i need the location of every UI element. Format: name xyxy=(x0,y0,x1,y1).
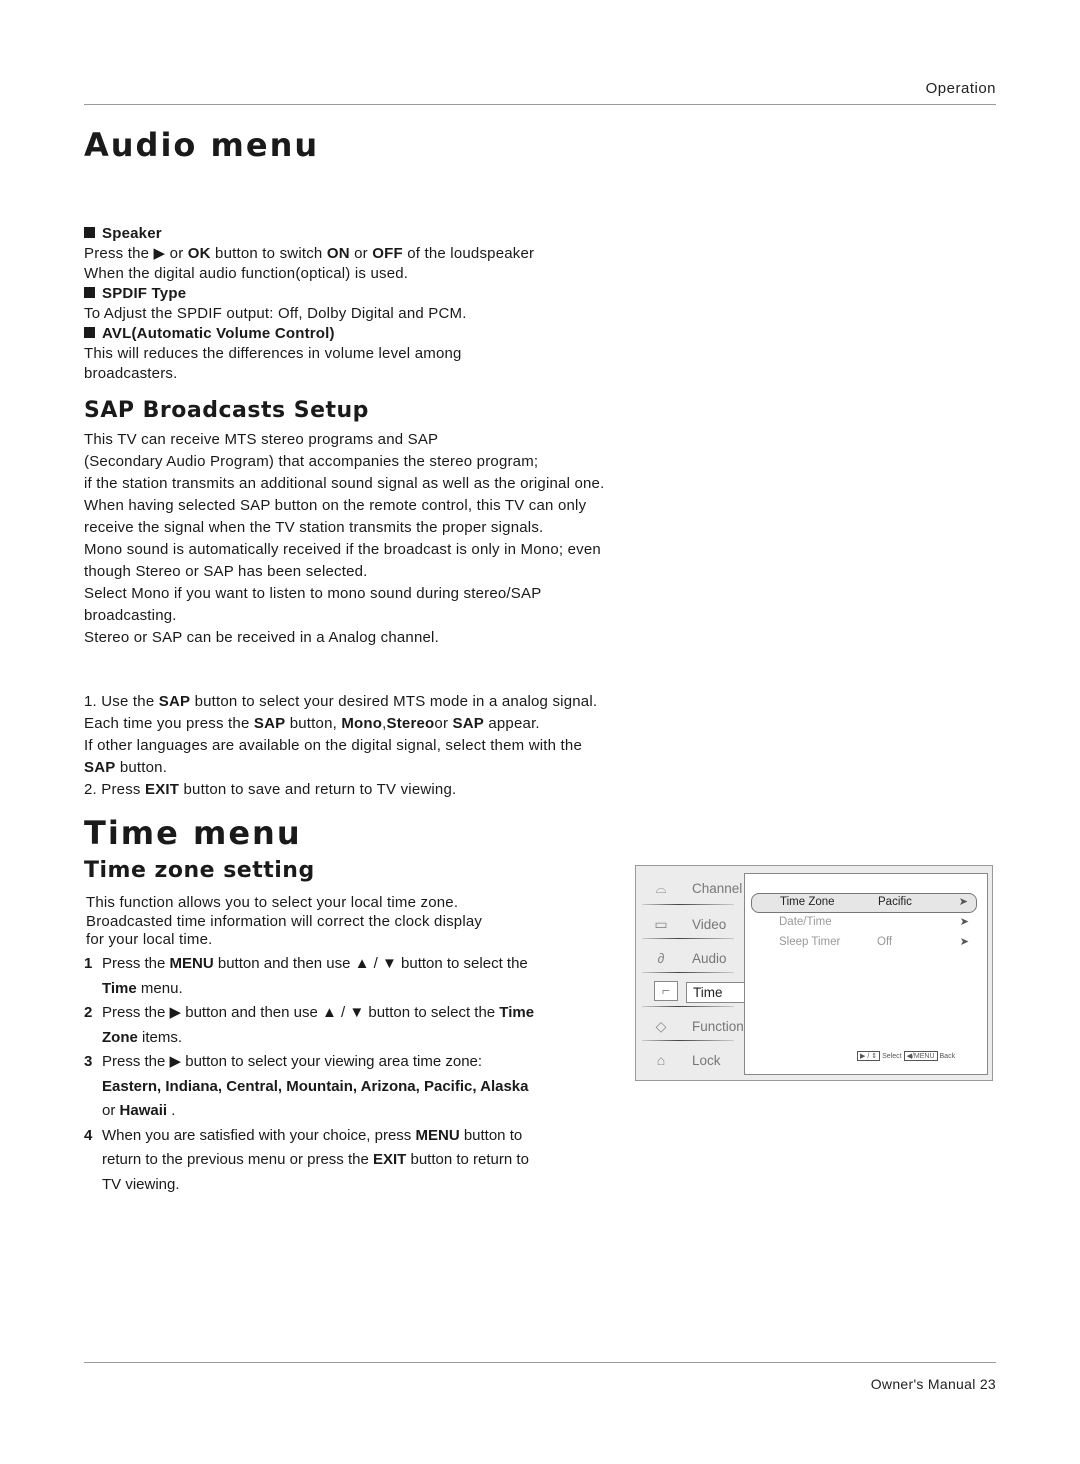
bullet-square-icon xyxy=(84,287,95,298)
function-icon: ◇ xyxy=(655,1018,667,1034)
select-keys-icon: ▶ / ⇕ xyxy=(857,1051,881,1061)
bullet-square-icon xyxy=(84,327,95,338)
sap-line: Mono sound is automatically received if … xyxy=(84,541,601,558)
spdif-heading: SPDIF Type xyxy=(84,284,534,304)
sap-step-1-line3: If other languages are available on the … xyxy=(84,737,582,754)
osd-row-sleep-timer[interactable]: Sleep Timer Off ➤ xyxy=(751,934,977,952)
footer-rule xyxy=(84,1362,996,1363)
audio-icon: ∂ xyxy=(657,950,665,966)
sap-step-1-line4: SAP button. xyxy=(84,759,168,776)
divider xyxy=(642,1040,734,1041)
arrow-right-icon: ➤ xyxy=(958,896,968,908)
sap-step-1: 1. Use the SAP button to select your des… xyxy=(84,693,598,710)
sap-line: When having selected SAP button on the r… xyxy=(84,497,587,514)
sap-line: broadcasting. xyxy=(84,607,177,624)
divider xyxy=(642,904,734,905)
play-arrow-icon: ▶ xyxy=(153,245,166,262)
divider xyxy=(642,1006,734,1007)
sap-line: This TV can receive MTS stereo programs … xyxy=(84,431,439,448)
lock-icon: ⌂ xyxy=(656,1052,666,1068)
time-menu-title: Time menu xyxy=(84,814,302,852)
sap-line: if the station transmits an additional s… xyxy=(84,475,605,492)
avl-body-line2: broadcasters. xyxy=(84,365,178,382)
menu-back-key-icon: ◀/MENU xyxy=(903,1051,938,1061)
osd-row-time-zone[interactable]: Time Zone Pacific ➤ xyxy=(751,893,977,913)
speaker-heading: Speaker xyxy=(84,224,534,244)
osd-time-panel: Time Zone Pacific ➤ Date/Time ➤ Sleep Timer… xyxy=(744,873,988,1075)
page-footer: Owner's Manual 23 xyxy=(870,1376,996,1392)
section-label: Operation xyxy=(925,80,996,97)
sap-line: (Secondary Audio Program) that accompani… xyxy=(84,453,539,470)
osd-key-hint: ▶ / ⇕ Select ◀/MENU Back xyxy=(855,1051,955,1061)
header-rule xyxy=(84,104,996,105)
sap-title: SAP Broadcasts Setup xyxy=(84,398,369,423)
sap-line: receive the signal when the TV station t… xyxy=(84,519,544,536)
time-intro: This function allows you to select your … xyxy=(86,894,482,950)
divider xyxy=(642,938,734,939)
clock-icon: ⌐ xyxy=(654,981,678,1001)
osd-sidebar-channel[interactable]: ⌓ Channel xyxy=(646,874,744,908)
sap-line: Select Mono if you want to listen to mon… xyxy=(84,585,542,602)
speaker-body: Press the ▶ or OK button to switch ON or… xyxy=(84,245,535,262)
osd-row-date-time[interactable]: Date/Time ➤ xyxy=(751,914,977,932)
time-step: 3 Press the ▶ button to select your viewi… xyxy=(84,1053,529,1119)
intro-line: for your local time. xyxy=(86,931,213,948)
arrow-right-icon: ➤ xyxy=(959,936,969,948)
audio-items: Speaker Press the ▶ or OK button to swit… xyxy=(84,224,534,384)
sap-description: This TV can receive MTS stereo programs … xyxy=(84,429,604,649)
sap-line: Stereo or SAP can be received in a Analo… xyxy=(84,629,439,646)
sap-steps: 1. Use the SAP button to select your des… xyxy=(84,691,597,801)
time-steps: 1 Press the MENU button and then use ▲ / … xyxy=(84,952,544,1197)
spdif-body: To Adjust the SPDIF output: Off, Dolby D… xyxy=(84,305,467,322)
sap-step-2: 2. Press EXIT button to save and return … xyxy=(84,781,457,798)
time-step: 2 Press the ▶ button and then use ▲ / ▼ b… xyxy=(84,1004,535,1046)
avl-body: This will reduces the differences in vol… xyxy=(84,345,462,362)
sap-step-1-line2: Each time you press the SAP button, Mono… xyxy=(84,715,540,732)
audio-menu-title: Audio menu xyxy=(84,126,320,164)
arrow-right-icon: ➤ xyxy=(959,916,969,928)
intro-line: This function allows you to select your … xyxy=(86,894,459,911)
divider xyxy=(642,972,734,973)
satellite-dish-icon: ⌓ xyxy=(655,880,667,896)
speaker-body-line2: When the digital audio function(optical)… xyxy=(84,265,409,282)
bullet-square-icon xyxy=(84,227,95,238)
sap-line: though Stereo or SAP has been selected. xyxy=(84,563,368,580)
time-step: 1 Press the MENU button and then use ▲ / … xyxy=(84,955,528,997)
tv-osd-screenshot: ⌓ Channel ▭ Video ∂ Audio ⌐ Time ◇ Function ⌂… xyxy=(635,865,993,1081)
time-step: 4 When you are satisfied with your choice… xyxy=(84,1126,529,1193)
monitor-icon: ▭ xyxy=(654,916,668,932)
intro-line: Broadcasted time information will correc… xyxy=(86,912,483,930)
osd-sidebar-lock[interactable]: ⌂ Lock xyxy=(646,1046,744,1080)
time-zone-subtitle: Time zone setting xyxy=(84,858,315,883)
avl-heading: AVL(Automatic Volume Control) xyxy=(84,324,534,344)
